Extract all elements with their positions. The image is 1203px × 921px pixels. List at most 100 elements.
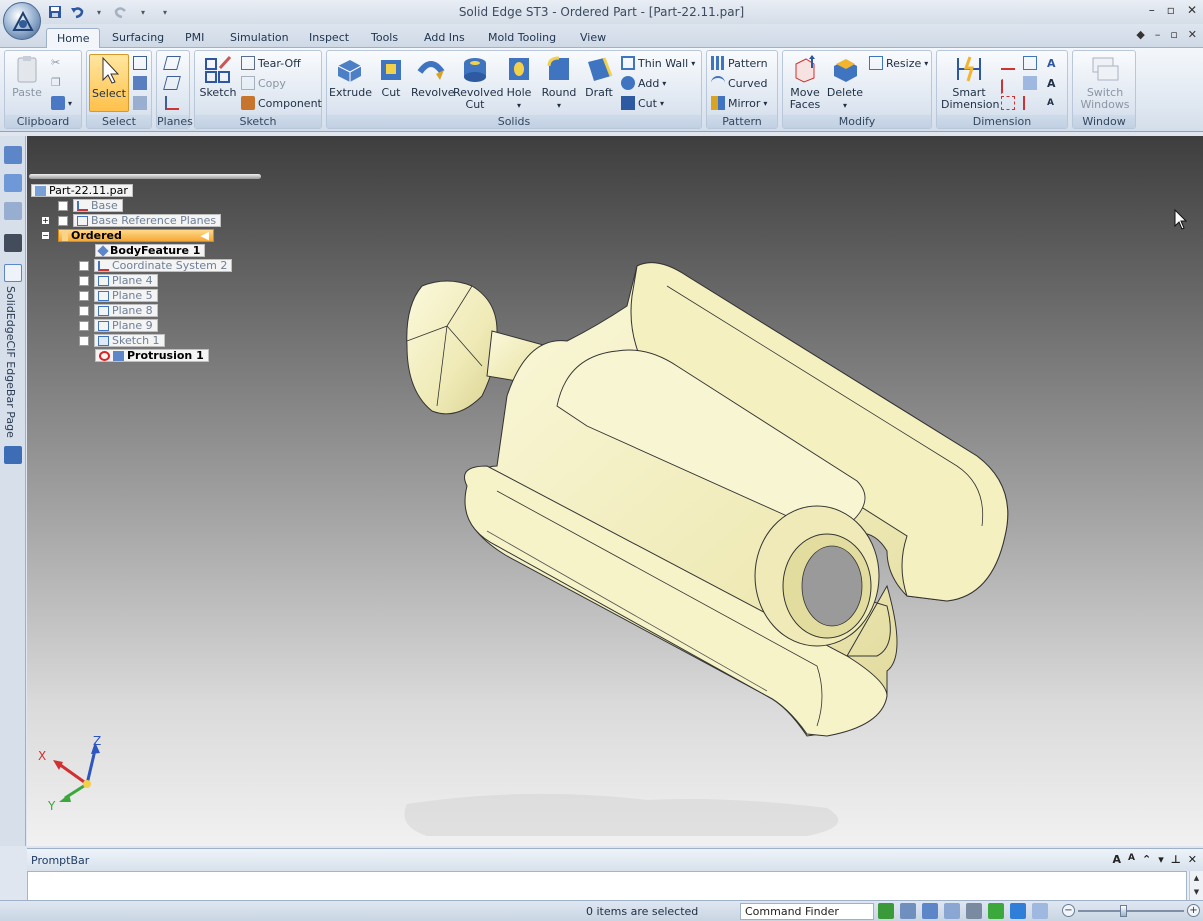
- collapse-icon[interactable]: −: [41, 231, 50, 240]
- quickpick-icon[interactable]: [133, 74, 147, 92]
- distance-between-icon[interactable]: [1001, 54, 1015, 72]
- view-triad[interactable]: X Z Y: [35, 732, 125, 822]
- tab-view[interactable]: View: [570, 28, 616, 48]
- help-icon[interactable]: ◆: [1136, 28, 1144, 41]
- expand-icon[interactable]: +: [41, 216, 50, 225]
- layers-icon[interactable]: [4, 202, 22, 220]
- tree-root[interactable]: Part-22.11.par: [31, 184, 133, 197]
- tab-simulation[interactable]: Simulation: [220, 28, 299, 48]
- rotate-icon[interactable]: [878, 903, 894, 919]
- round-button[interactable]: Round ▾: [539, 54, 579, 114]
- cut-small-button[interactable]: Cut ▾: [621, 94, 664, 112]
- pin-icon[interactable]: ⊥: [1171, 853, 1181, 866]
- application-button[interactable]: [3, 2, 41, 40]
- angular-coordinate-icon[interactable]: [1023, 74, 1037, 92]
- tab-home[interactable]: Home: [46, 28, 101, 48]
- plane5-checkbox[interactable]: [79, 290, 89, 301]
- tree-item-coordinate-system[interactable]: Coordinate System 2: [79, 259, 233, 272]
- close-button[interactable]: ✕: [1187, 3, 1197, 17]
- extrude-button[interactable]: Extrude: [329, 54, 372, 114]
- base-checkbox[interactable]: [58, 200, 68, 211]
- tab-pmi[interactable]: PMI: [175, 28, 214, 48]
- revolved-cut-button[interactable]: Revolved Cut: [453, 54, 503, 114]
- revolve-button[interactable]: Revolve: [411, 54, 455, 114]
- mirror-button[interactable]: Mirror ▾: [711, 94, 767, 112]
- promptbar-input[interactable]: [27, 871, 1187, 901]
- part-model[interactable]: [27, 136, 1203, 846]
- increase-text-size-icon[interactable]: A: [1047, 74, 1056, 92]
- doc-minimize-button[interactable]: –: [1155, 28, 1161, 41]
- cut-clip-icon[interactable]: ✂: [51, 54, 65, 72]
- curved-button[interactable]: Curved: [711, 74, 767, 92]
- restore-button[interactable]: ▫: [1167, 3, 1175, 17]
- promptbar-scrollbar[interactable]: ▲ ▼: [1189, 871, 1203, 901]
- switch-windows-button[interactable]: Switch Windows: [1077, 54, 1133, 114]
- view-orientation-icon[interactable]: [1032, 903, 1048, 919]
- smart-dimension-button[interactable]: Smart Dimension: [941, 54, 999, 114]
- dock-options-icon[interactable]: ▾: [1158, 853, 1164, 866]
- command-finder-input[interactable]: Command Finder: [740, 903, 874, 920]
- plane9-checkbox[interactable]: [79, 320, 89, 331]
- coord-system-checkbox[interactable]: [79, 260, 89, 271]
- pathfinder-icon[interactable]: [4, 264, 22, 282]
- coincident-plane-icon[interactable]: [163, 54, 181, 72]
- symmetric-dimension-icon[interactable]: [1023, 54, 1037, 72]
- sketch1-checkbox[interactable]: [79, 335, 89, 346]
- select-tools-icon[interactable]: [133, 94, 147, 112]
- fit-icon[interactable]: [944, 903, 960, 919]
- cut-button[interactable]: Cut: [371, 54, 411, 114]
- component-button[interactable]: Component: [241, 94, 322, 112]
- tree-item-ordered[interactable]: − Ordered ◀: [41, 229, 214, 242]
- dimension-axis-icon[interactable]: [1023, 94, 1037, 112]
- pattern-button[interactable]: Pattern: [711, 54, 768, 72]
- base-ref-planes-checkbox[interactable]: [58, 215, 68, 226]
- plane8-checkbox[interactable]: [79, 305, 89, 316]
- tree-item-base-reference-planes[interactable]: + Base Reference Planes: [41, 214, 222, 227]
- family-of-parts-icon[interactable]: [4, 174, 22, 192]
- plane4-checkbox[interactable]: [79, 275, 89, 286]
- graphics-viewport[interactable]: Part-22.11.par Base + Base Reference Pla…: [27, 136, 1203, 846]
- tab-mold-tooling[interactable]: Mold Tooling: [478, 28, 566, 48]
- tree-item-plane-4[interactable]: Plane 4: [79, 274, 158, 287]
- tab-add-ins[interactable]: Add Ins: [414, 28, 475, 48]
- add-button[interactable]: Add ▾: [621, 74, 666, 92]
- coordinate-system-icon[interactable]: [165, 94, 179, 112]
- font-increase-icon[interactable]: A: [1112, 853, 1121, 866]
- edgebar-page-label[interactable]: SolidEdgeCIF EdgeBar Page: [4, 286, 17, 438]
- tree-item-sketch-1[interactable]: Sketch 1: [79, 334, 165, 347]
- tree-item-protrusion-1[interactable]: Protrusion 1: [95, 349, 209, 362]
- zoom-icon[interactable]: [922, 903, 938, 919]
- paste-button[interactable]: Paste: [7, 54, 47, 114]
- delete-button[interactable]: Delete ▾: [825, 54, 865, 114]
- text-icon[interactable]: A: [1047, 54, 1056, 72]
- sensors-icon[interactable]: [4, 234, 22, 252]
- feature-library-icon[interactable]: [4, 146, 22, 164]
- hole-button[interactable]: Hole ▾: [499, 54, 539, 114]
- zoom-out-icon[interactable]: −: [1062, 904, 1075, 917]
- draft-button[interactable]: Draft: [579, 54, 619, 114]
- format-painter-icon[interactable]: ▾: [51, 94, 72, 112]
- select-button[interactable]: Select: [89, 54, 129, 112]
- zoom-slider[interactable]: − +: [1062, 904, 1200, 919]
- pan-icon[interactable]: [966, 903, 982, 919]
- pathfinder-grip[interactable]: [29, 174, 261, 179]
- move-faces-button[interactable]: Move Faces: [785, 54, 825, 114]
- copy-clip-icon[interactable]: ❐: [51, 74, 65, 92]
- thin-wall-button[interactable]: Thin Wall ▾: [621, 54, 695, 72]
- coordinate-dimension-icon[interactable]: [1001, 94, 1015, 112]
- promptbar-close-icon[interactable]: ✕: [1188, 853, 1197, 866]
- parallel-plane-icon[interactable]: [163, 74, 181, 92]
- zoom-slider-thumb[interactable]: [1119, 905, 1127, 917]
- tear-off-button[interactable]: Tear-Off: [241, 54, 301, 72]
- decrease-text-size-icon[interactable]: A: [1047, 94, 1054, 112]
- spin-icon[interactable]: [988, 903, 1004, 919]
- copy-sketch-button[interactable]: Copy: [241, 74, 286, 92]
- edgebar-settings-icon[interactable]: [4, 446, 22, 464]
- angle-between-icon[interactable]: [1001, 71, 1015, 95]
- doc-restore-button[interactable]: ▫: [1170, 28, 1177, 41]
- tree-item-plane-8[interactable]: Plane 8: [79, 304, 158, 317]
- tab-inspect[interactable]: Inspect: [299, 28, 359, 48]
- collapse-up-icon[interactable]: ⌃: [1142, 853, 1151, 866]
- zoom-in-icon[interactable]: +: [1187, 904, 1200, 917]
- zoom-area-icon[interactable]: [900, 903, 916, 919]
